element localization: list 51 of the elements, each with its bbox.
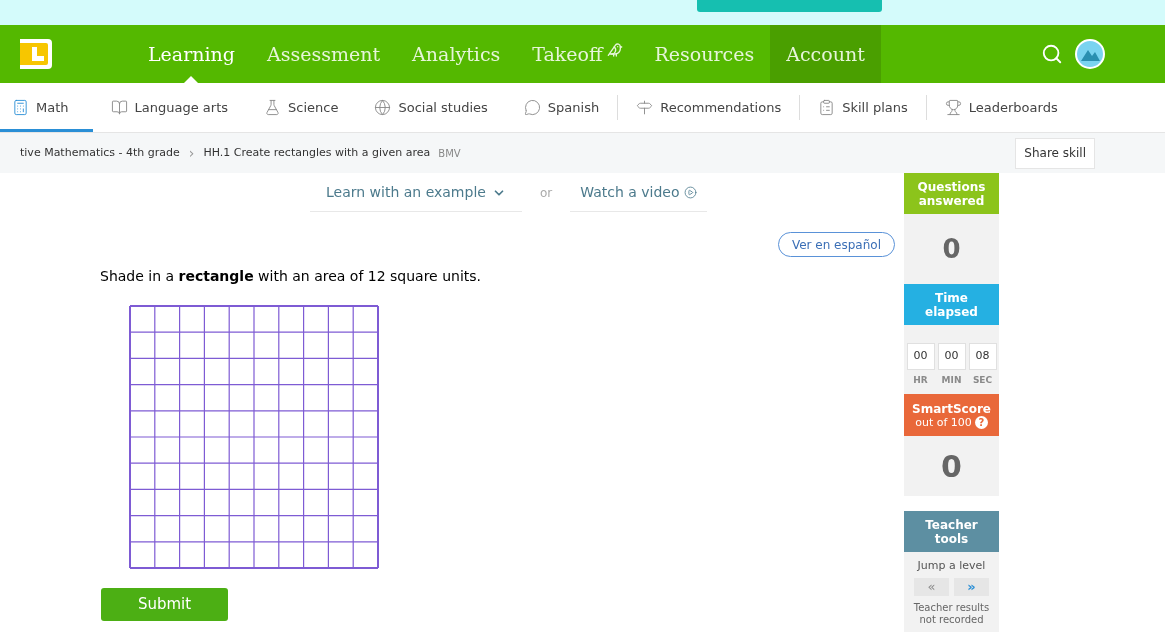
play-icon xyxy=(683,186,697,199)
subject-tab[interactable]: Leaderboards xyxy=(926,83,1076,132)
clipboard-icon xyxy=(818,99,836,116)
time-unit: MIN xyxy=(941,374,962,387)
smartscore-value: 0 xyxy=(941,447,962,486)
smartscore-title: SmartScore xyxy=(912,401,991,416)
question-text: Shade in a rectangle with an area of 12 square units. xyxy=(100,267,482,286)
breadcrumb-link[interactable]: tive Mathematics - 4th grade xyxy=(20,144,180,162)
trophy-icon xyxy=(944,99,962,116)
nav-tab[interactable]: Account xyxy=(770,25,881,83)
book-icon xyxy=(110,99,128,116)
speech-bubble-icon xyxy=(523,99,541,116)
subject-tab[interactable]: Recommendations xyxy=(618,83,800,132)
flask-icon xyxy=(264,99,281,116)
skill-code: BMV xyxy=(438,146,461,161)
subject-tab[interactable]: Language arts xyxy=(92,83,246,132)
smartscore-subtitle: out of 100 xyxy=(915,415,972,429)
calculator-icon xyxy=(12,99,29,116)
grid-drawing[interactable] xyxy=(129,305,379,569)
subject-tab[interactable]: Spanish xyxy=(505,83,618,132)
logo-icon[interactable] xyxy=(20,39,52,69)
subject-tab[interactable]: Social studies xyxy=(356,83,506,132)
globe-icon xyxy=(374,99,392,116)
time-unit: HR xyxy=(913,374,928,387)
time-value: 08 xyxy=(968,343,997,370)
nav-tab[interactable]: Learning xyxy=(132,25,251,83)
share-skill-button[interactable]: Share skill xyxy=(1015,137,1095,169)
jump-label: Jump a level xyxy=(917,558,986,574)
help-badge[interactable]: ? xyxy=(974,415,988,429)
signpost-icon xyxy=(636,99,654,116)
time-header: Time elapsed xyxy=(904,284,999,325)
bird-icon xyxy=(606,42,623,58)
selected-pointer-icon xyxy=(184,76,199,83)
time-unit: SEC xyxy=(972,374,993,387)
time-value: 00 xyxy=(906,343,935,370)
search-icon[interactable] xyxy=(1041,43,1063,65)
jump-button[interactable]: » xyxy=(954,577,989,596)
teacher-note: Teacher results not recorded xyxy=(912,601,991,626)
submit-button[interactable]: Submit xyxy=(101,588,228,621)
subject-tab[interactable]: Skill plans xyxy=(800,83,926,132)
learn-example-button[interactable]: Learn with an example xyxy=(310,174,522,212)
subject-tab[interactable]: Science xyxy=(246,83,357,132)
avatar-icon[interactable] xyxy=(1075,39,1105,69)
breadcrumb-separator: › xyxy=(188,143,195,163)
or-label: or xyxy=(539,185,553,202)
questions-header: Questions answered xyxy=(904,173,999,214)
watch-video-button[interactable]: Watch a video xyxy=(570,174,707,212)
teacher-tools-header: Teacher tools xyxy=(904,511,999,552)
questions-count: 0 xyxy=(942,232,961,266)
skill-title: HH.1 Create rectangles with a given area xyxy=(203,144,431,161)
time-value: 00 xyxy=(937,343,966,370)
